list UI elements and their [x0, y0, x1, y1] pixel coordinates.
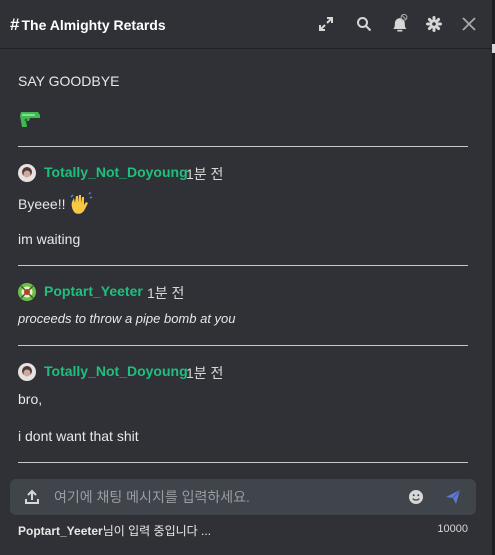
message-time: 1분 전 [186, 166, 224, 182]
typing-indicator: Poptart_Yeeter님이 입력 중입니다 ... [18, 522, 211, 539]
search-icon [357, 17, 372, 32]
chat-input[interactable] [54, 479, 394, 515]
channel-header: # The Almighty Retards [0, 0, 492, 49]
message-time: 1분 전 [186, 365, 224, 381]
emoji-button[interactable] [408, 489, 424, 505]
yeeter-avatar[interactable] [18, 283, 36, 301]
search-button[interactable] [354, 14, 374, 34]
message-divider [18, 146, 468, 147]
send-icon [446, 489, 461, 504]
message-text-content: Byeee!! [18, 196, 66, 212]
bell-muted-icon [393, 13, 408, 32]
water-pistol-emoji [18, 108, 42, 133]
message-composer [10, 479, 476, 515]
message-divider [18, 462, 468, 463]
character-limit: 10000 [437, 523, 468, 535]
message-divider [18, 265, 468, 266]
message-time: 1분 전 [147, 285, 185, 301]
message-author[interactable]: Totally_Not_Doyoung [44, 363, 188, 379]
hash-icon: # [10, 15, 20, 34]
message-text: Byeee!! [18, 191, 93, 216]
channel-title: # The Almighty Retards [10, 15, 166, 35]
message-text: bro, [18, 391, 43, 407]
message-author[interactable]: Poptart_Yeeter [44, 283, 143, 299]
expand-icon [319, 17, 333, 31]
settings-button[interactable] [424, 14, 444, 34]
typing-suffix: 님이 입력 중입니다 ... [102, 524, 212, 538]
message-list[interactable]: SAY GOODBYE Totally_Not_Doyoung 1분 전 Bye… [0, 49, 492, 467]
close-icon [462, 17, 476, 31]
expand-button[interactable] [316, 14, 336, 34]
message-divider [18, 345, 468, 346]
upload-icon [25, 489, 39, 504]
doyoung-avatar[interactable] [18, 164, 36, 182]
message-text: SAY GOODBYE [18, 73, 120, 89]
message-text: proceeds to throw a pipe bomb at you [18, 311, 236, 326]
smiley-icon [409, 490, 423, 504]
typing-user: Poptart_Yeeter [18, 524, 103, 538]
close-button[interactable] [459, 14, 479, 34]
send-button[interactable] [444, 488, 462, 506]
message-author[interactable]: Totally_Not_Doyoung [44, 164, 188, 180]
notifications-button[interactable] [389, 13, 409, 34]
waving-hand-emoji [70, 191, 93, 214]
channel-name: The Almighty Retards [21, 17, 166, 33]
upload-button[interactable] [24, 489, 40, 505]
message-text: i dont want that shit [18, 428, 139, 444]
gear-icon [426, 16, 442, 32]
doyoung-avatar[interactable] [18, 363, 36, 381]
message-text: im waiting [18, 231, 81, 247]
